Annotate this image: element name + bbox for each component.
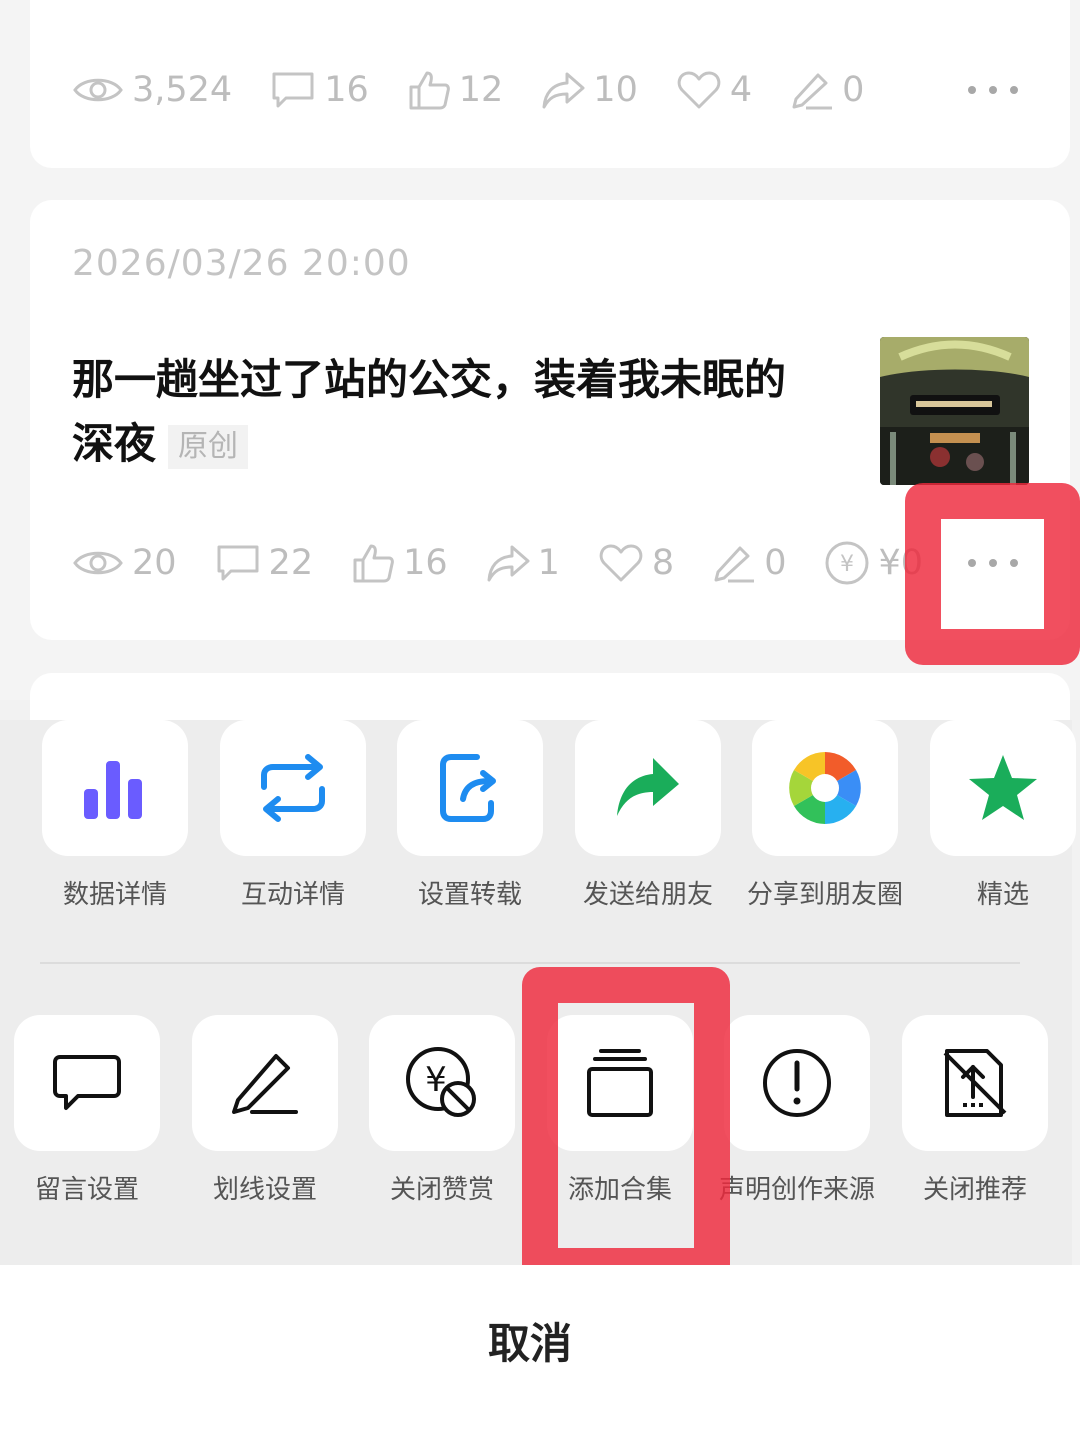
pen-icon [714,546,755,583]
share-arrow-icon [617,758,679,816]
favorites-stat: 8 [598,543,674,583]
shares-stat: 10 [541,70,638,110]
action-label: 分享到朋友圈 [746,880,903,910]
send-to-friend-action[interactable]: 发送给朋友 [575,720,721,911]
action-label: 设置转载 [417,880,522,910]
action-label: 互动详情 [240,880,345,910]
no-reward-icon: ¥ [406,1047,476,1117]
favorites-count: 4 [729,70,753,110]
export-icon [440,754,496,822]
comment-icon [53,1055,121,1110]
comments-count: 22 [268,543,314,583]
dot-icon [989,559,997,567]
original-badge: 原创 [168,424,249,469]
dot-icon [989,86,997,94]
heart-icon [599,544,643,582]
share-to-moments-action[interactable]: 分享到朋友圈 [747,720,903,911]
disable-recommend-tile [902,1015,1048,1151]
dot-icon [1010,559,1018,567]
post-thumbnail [880,337,1029,485]
previous-post-stats: 3,524 16 12 10 4 0 [72,60,902,120]
cancel-button[interactable]: 取消 [0,1310,1060,1371]
likes-stat: 16 [351,542,448,584]
views-stat: 20 [72,543,177,583]
featured-action[interactable]: 精选 [930,720,1076,911]
shares-count: 1 [537,543,560,583]
shares-count: 10 [593,70,638,110]
share-icon [542,72,585,109]
repeat-icon [261,754,325,822]
disable-reward-tile: ¥ [369,1015,515,1151]
post-more-button[interactable] [968,553,1018,573]
declare-source-action[interactable]: 声明创作来源 [719,1015,875,1206]
favorites-count: 8 [651,543,675,583]
underlines-stat: 0 [790,69,864,111]
interaction-details-action[interactable]: 互动详情 [220,720,366,911]
underline-settings-action[interactable]: 划线设置 [192,1015,338,1206]
action-label: 数据详情 [62,880,167,910]
post-stats: 20 22 16 1 8 0 ¥ ¥0 [72,533,961,593]
pen-icon [232,1054,298,1114]
eye-icon [73,551,123,575]
dot-icon [1010,86,1018,94]
share-icon [487,545,530,582]
moments-icon [789,752,861,824]
dot-icon [968,86,976,94]
action-label: 关闭赞赏 [389,1175,494,1205]
featured-tile [930,720,1076,856]
heart-icon [677,71,721,109]
action-label: 发送给朋友 [582,880,713,910]
comment-settings-action[interactable]: 留言设置 [14,1015,160,1206]
likes-count: 12 [458,70,504,110]
dot-icon [968,559,976,567]
comments-stat: 22 [215,543,314,583]
sheet-divider [40,962,1020,964]
views-count: 20 [132,543,177,583]
disable-recommend-action[interactable]: 关闭推荐 [902,1015,1048,1206]
alert-icon [763,1049,831,1117]
comment-settings-tile [14,1015,160,1151]
yen-coin-icon: ¥ [825,541,869,585]
underlines-count: 0 [842,70,865,110]
reprint-settings-action[interactable]: 设置转载 [397,720,543,911]
data-details-tile [42,720,188,856]
likes-stat: 12 [407,69,504,111]
no-recommend-icon [943,1049,1007,1117]
star-icon [969,755,1037,820]
views-count: 3,524 [132,70,233,110]
disable-reward-action[interactable]: ¥ 关闭赞赏 [369,1015,515,1206]
action-label: 精选 [976,880,1029,910]
comment-icon [217,545,259,581]
favorites-stat: 4 [676,70,752,110]
reprint-settings-tile [397,720,543,856]
declare-source-tile [724,1015,870,1151]
share-to-moments-tile [752,720,898,856]
comments-stat: 16 [270,70,369,110]
thumbs-up-icon [353,544,394,583]
interaction-details-tile [220,720,366,856]
bar-chart-icon [84,761,142,819]
post-title-block[interactable]: 那一趟坐过了站的公交，装着我未眠的深夜 原创 [72,348,812,476]
shares-stat: 1 [486,543,560,583]
underline-settings-tile [192,1015,338,1151]
add-collection-highlight [522,967,730,1284]
previous-post-more-button[interactable] [968,80,1018,100]
thumbs-up-icon [409,71,450,110]
post-date: 2026/03/26 20:00 [72,243,411,284]
comments-count: 16 [324,70,369,110]
action-label: 关闭推荐 [922,1175,1027,1205]
pen-icon [792,73,833,110]
views-stat: 3,524 [72,70,232,110]
underlines-stat: 0 [712,542,786,584]
comment-icon [272,72,314,108]
data-details-action[interactable]: 数据详情 [42,720,188,911]
svg-text:¥: ¥ [840,552,854,577]
more-button-highlight [905,483,1080,665]
eye-icon [73,78,123,102]
likes-count: 16 [403,543,448,583]
action-label: 划线设置 [212,1175,317,1205]
underlines-count: 0 [764,543,787,583]
send-to-friend-tile [575,720,721,856]
